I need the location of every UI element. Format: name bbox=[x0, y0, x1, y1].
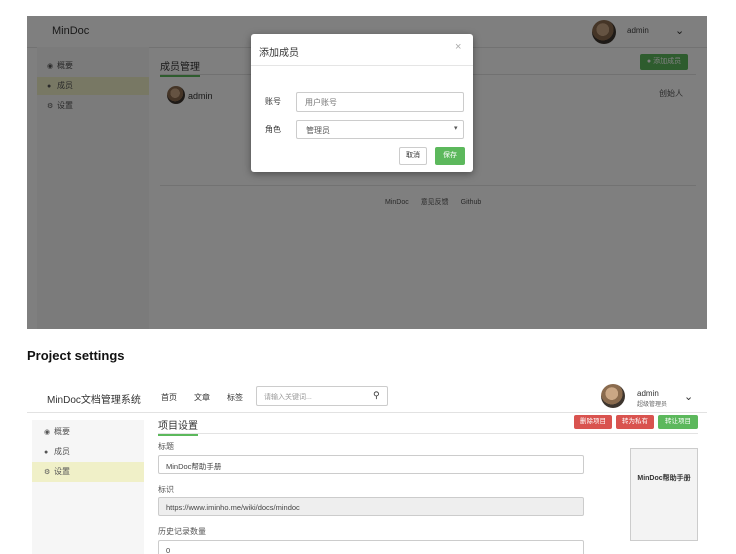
sidebar-item-overview[interactable]: ◉概要 bbox=[32, 422, 144, 442]
close-icon[interactable]: × bbox=[455, 41, 461, 53]
search-icon[interactable]: ⚲ bbox=[373, 390, 380, 401]
save-button[interactable]: 保存 bbox=[435, 147, 465, 165]
select-arrow-icon: ▾ bbox=[454, 125, 458, 132]
user-role: 超级管理员 bbox=[637, 402, 668, 408]
dialog-divider bbox=[251, 65, 473, 66]
username[interactable]: admin bbox=[637, 389, 659, 398]
top-header: MinDoc文档管理系统 首页 文章 标签 请输入关键词... ⚲ admin … bbox=[27, 379, 707, 413]
sidebar-item-settings[interactable]: ⚙设置 bbox=[32, 462, 144, 482]
sidebar-item-label: 设置 bbox=[54, 467, 70, 476]
nav-home[interactable]: 首页 bbox=[161, 392, 177, 403]
chevron-down-icon[interactable]: ⌄ bbox=[684, 390, 693, 403]
role-select-value: 管理员 bbox=[306, 126, 330, 135]
project-cover[interactable]: MinDoc帮助手册 bbox=[630, 448, 698, 541]
dialog-title: 添加成员 bbox=[259, 48, 299, 59]
search-placeholder: 请输入关键词... bbox=[264, 394, 312, 401]
member-dialog-screenshot: MinDoc admin ⌄ ◉概要 ●成员 ⚙设置 成员管理 ● 添加成员 a… bbox=[27, 16, 707, 329]
account-input[interactable] bbox=[296, 92, 464, 112]
title-label: 标题 bbox=[158, 442, 174, 451]
identifier-label: 标识 bbox=[158, 485, 174, 494]
search-input[interactable]: 请输入关键词... ⚲ bbox=[256, 386, 388, 406]
sidebar-item-label: 成员 bbox=[54, 447, 70, 456]
cancel-button[interactable]: 取消 bbox=[399, 147, 427, 165]
section-caption: Project settings bbox=[27, 348, 125, 363]
gear-icon: ⚙ bbox=[44, 469, 51, 476]
nav-articles[interactable]: 文章 bbox=[194, 392, 210, 403]
make-private-button[interactable]: 转为私有 bbox=[616, 415, 654, 429]
dashboard-icon: ◉ bbox=[44, 429, 51, 436]
avatar[interactable] bbox=[601, 384, 625, 408]
app-logo[interactable]: MinDoc文档管理系统 bbox=[47, 391, 141, 406]
title-field[interactable]: MinDoc帮助手册 bbox=[158, 455, 584, 474]
cover-title: MinDoc帮助手册 bbox=[637, 475, 691, 482]
identifier-field: https://www.iminho.me/wiki/docs/mindoc bbox=[158, 497, 584, 516]
sidebar: ◉概要 ● 成员 ⚙设置 bbox=[32, 420, 144, 554]
transfer-project-button[interactable]: 转让项目 bbox=[658, 415, 698, 429]
history-count-label: 历史记录数量 bbox=[158, 527, 206, 536]
sidebar-item-label: 概要 bbox=[54, 427, 70, 436]
account-label: 账号 bbox=[265, 97, 281, 106]
sidebar-item-members[interactable]: ● 成员 bbox=[32, 442, 144, 462]
project-settings-screenshot: MinDoc文档管理系统 首页 文章 标签 请输入关键词... ⚲ admin … bbox=[27, 379, 707, 554]
nav-tags[interactable]: 标签 bbox=[227, 392, 243, 403]
users-icon: ● bbox=[44, 449, 49, 456]
role-label: 角色 bbox=[265, 125, 281, 134]
role-select[interactable]: 管理员 ▾ bbox=[296, 120, 464, 139]
add-member-dialog: 添加成员 × 账号 角色 管理员 ▾ 取消 保存 bbox=[251, 34, 473, 172]
history-count-field[interactable]: 0 bbox=[158, 540, 584, 554]
delete-project-button[interactable]: 删除项目 bbox=[574, 415, 612, 429]
divider bbox=[158, 433, 698, 434]
